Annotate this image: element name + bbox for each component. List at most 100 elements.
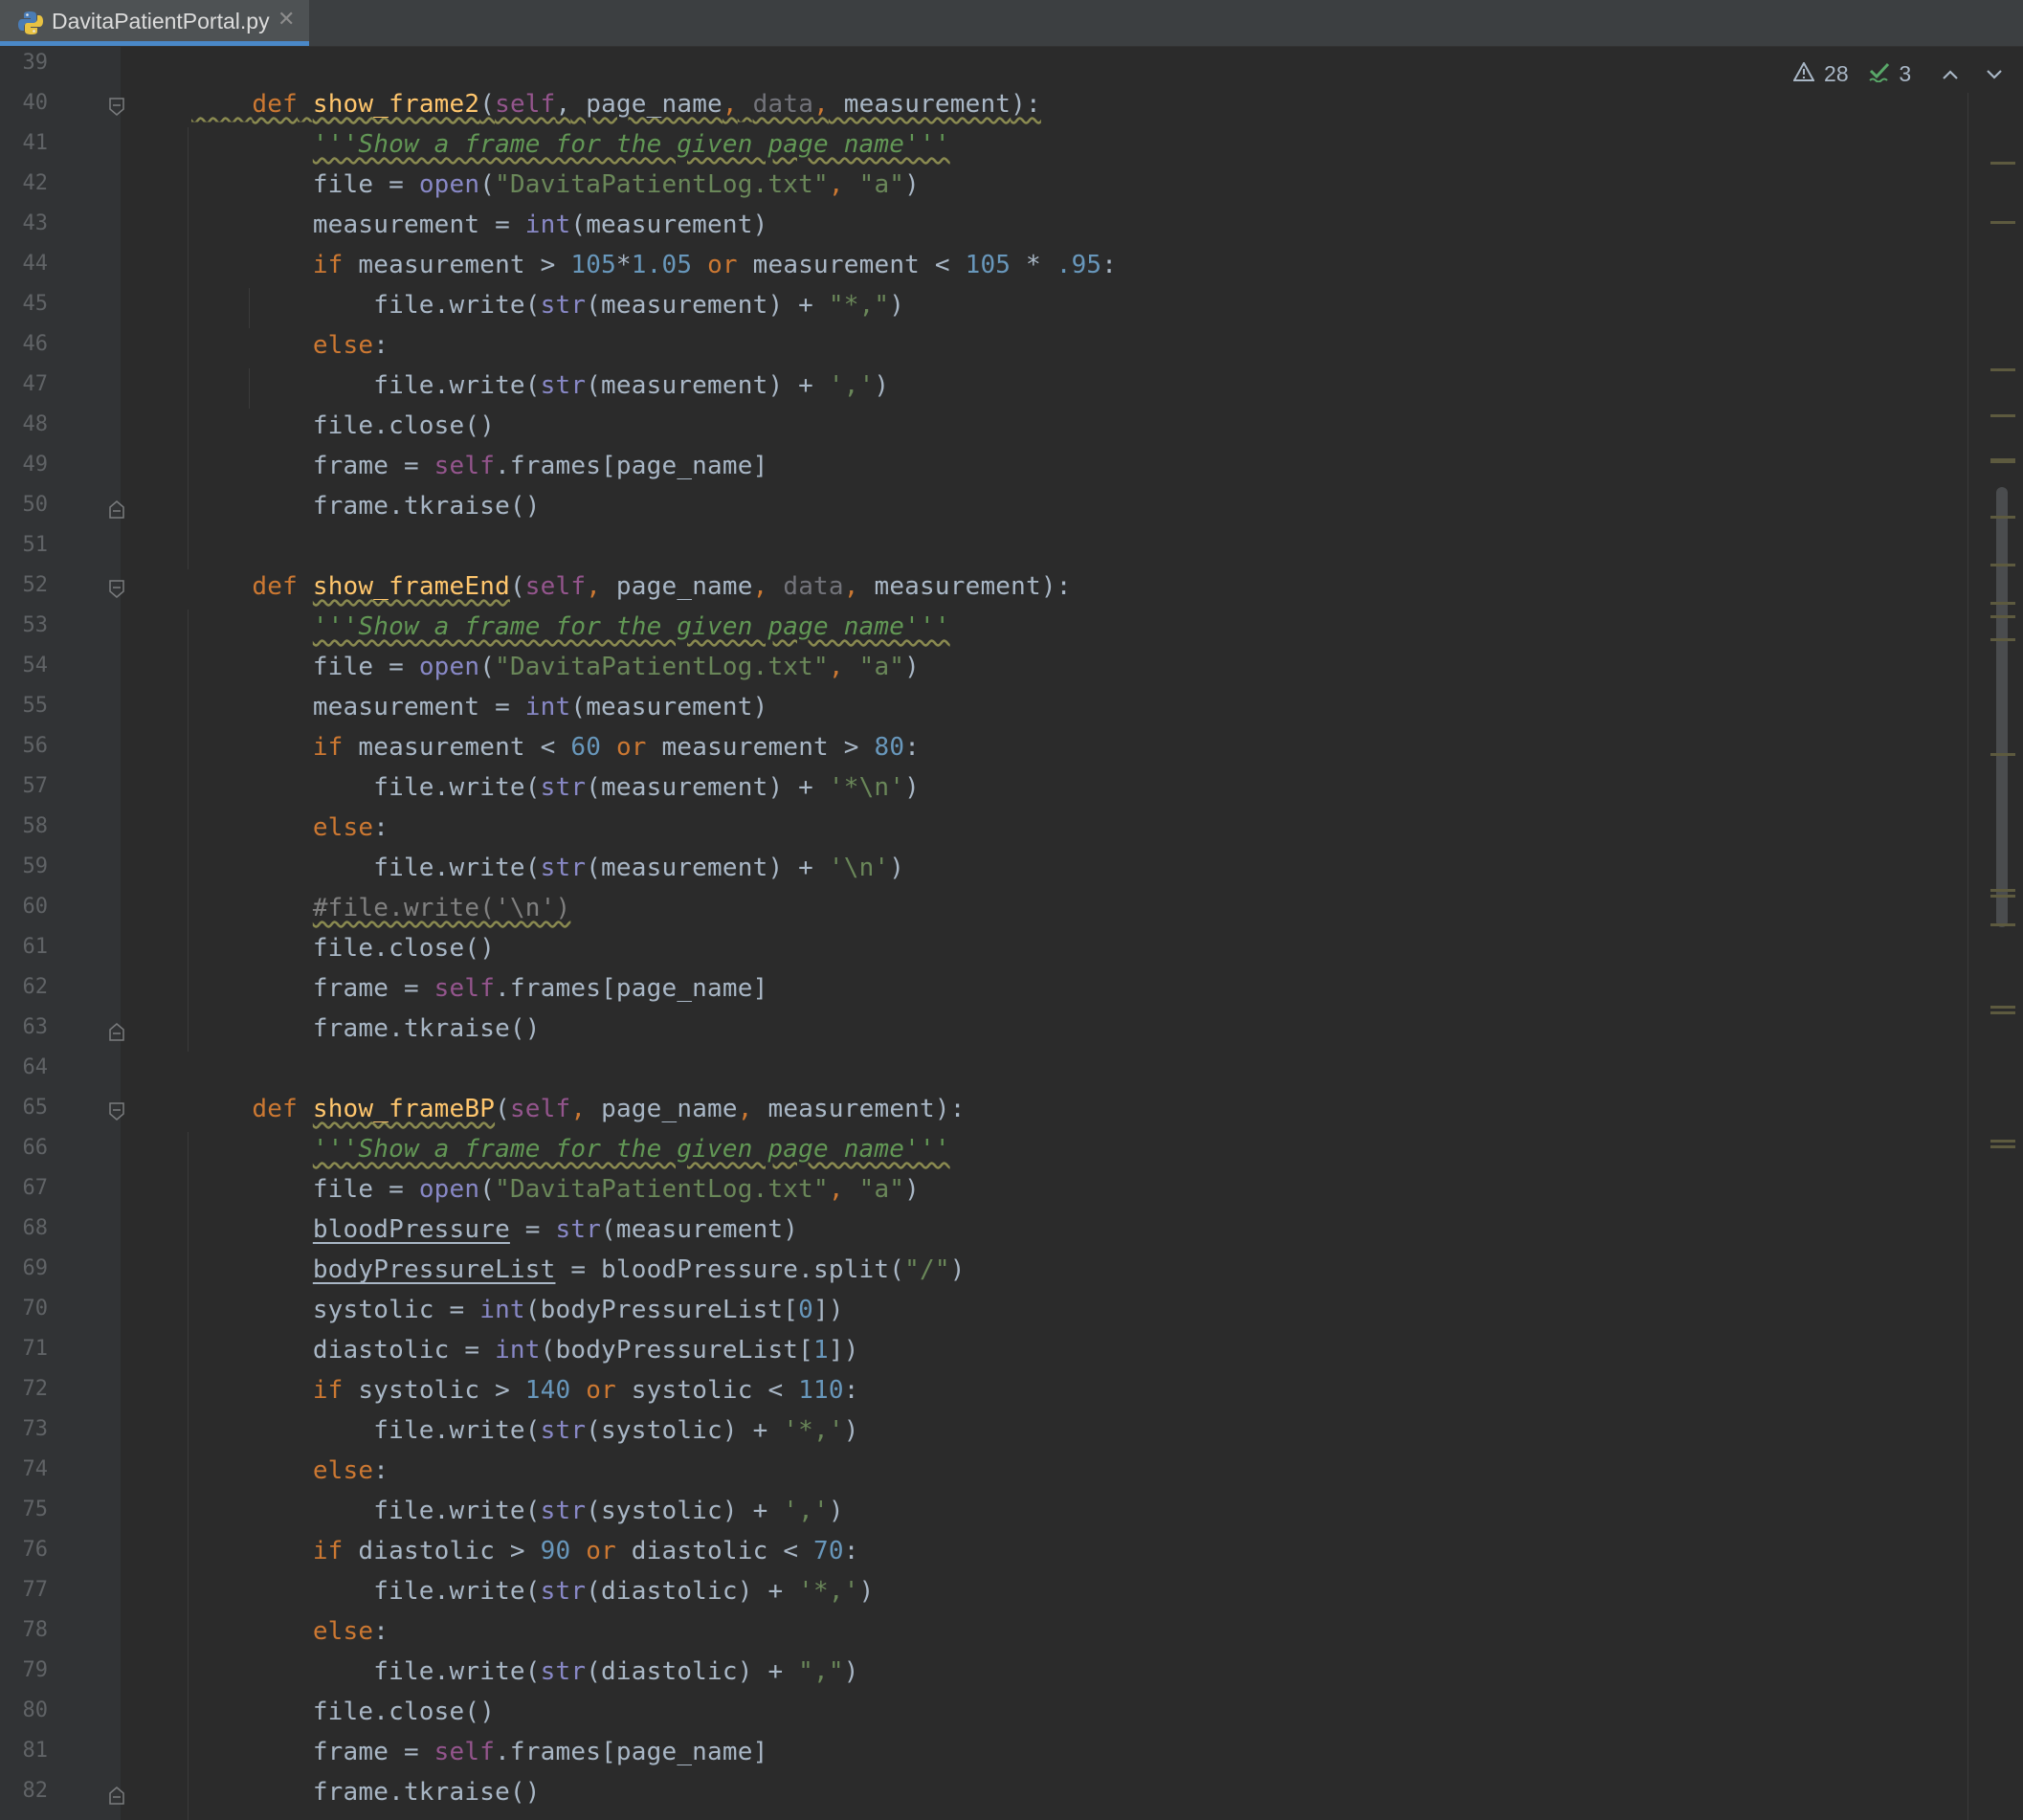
code-line[interactable]: 74 else:: [0, 1454, 2023, 1494]
code-token: ,: [843, 572, 859, 601]
code-line[interactable]: 39: [0, 47, 2023, 87]
code-token: (measurement): [570, 693, 768, 721]
code-token: 70: [813, 1537, 844, 1565]
close-icon[interactable]: ✕: [278, 8, 295, 32]
fold-collapse-icon[interactable]: [109, 1102, 124, 1121]
code-line[interactable]: 56 if measurement < 60 or measurement > …: [0, 730, 2023, 770]
code-line[interactable]: 59 file.write(str(measurement) + '\n'): [0, 851, 2023, 891]
code-line[interactable]: 55 measurement = int(measurement): [0, 690, 2023, 730]
code-line[interactable]: 75 file.write(str(systolic) + ','): [0, 1494, 2023, 1534]
code-token: str: [540, 854, 587, 882]
code-line[interactable]: 58 else:: [0, 810, 2023, 851]
code-line[interactable]: 82 frame.tkraise(): [0, 1775, 2023, 1815]
code-token: str: [540, 371, 587, 400]
fold-collapse-icon[interactable]: [109, 580, 124, 599]
code-line[interactable]: 45 file.write(str(measurement) + "*,"): [0, 288, 2023, 328]
code-token: page_name: [586, 1095, 738, 1123]
code-line[interactable]: 60 #file.write('\n'): [0, 891, 2023, 931]
code-line[interactable]: 62 frame = self.frames[page_name]: [0, 971, 2023, 1011]
code-line[interactable]: 81 frame = self.frames[page_name]: [0, 1735, 2023, 1775]
code-line[interactable]: 63 frame.tkraise(): [0, 1011, 2023, 1052]
fold-end-icon[interactable]: [109, 1022, 124, 1041]
inspection-widget[interactable]: 28 3: [1791, 60, 2004, 93]
code-line[interactable]: 49 frame = self.frames[page_name]: [0, 449, 2023, 489]
code-token: diastolic >: [343, 1537, 541, 1565]
code-token: file.write(: [191, 291, 541, 320]
code-line[interactable]: 57 file.write(str(measurement) + '*\n'): [0, 770, 2023, 810]
code-token: (bodyPressureList[: [524, 1296, 799, 1324]
code-token: :: [1101, 251, 1118, 279]
code-line[interactable]: 67 file = open("DavitaPatientLog.txt", "…: [0, 1172, 2023, 1212]
warning-marker[interactable]: [1990, 516, 2015, 519]
code-line[interactable]: 50 frame.tkraise(): [0, 489, 2023, 529]
fold-end-icon[interactable]: [109, 1786, 124, 1805]
chevron-down-icon[interactable]: [1985, 61, 2004, 87]
warning-marker[interactable]: [1990, 923, 2015, 926]
code-text: measurement = int(measurement): [191, 211, 767, 239]
code-line[interactable]: 71 diastolic = int(bodyPressureList[1]): [0, 1333, 2023, 1373]
code-line[interactable]: 64: [0, 1052, 2023, 1092]
warning-marker[interactable]: [1990, 1145, 2015, 1148]
code-token: show_frameBP: [312, 1095, 496, 1123]
code-line[interactable]: 65 def show_frameBP(self, page_name, mea…: [0, 1092, 2023, 1132]
code-line[interactable]: 40 def show_frame2(self, page_name, data…: [0, 87, 2023, 127]
code-line[interactable]: 41 '''Show a frame for the given page na…: [0, 127, 2023, 167]
code-line[interactable]: 78 else:: [0, 1614, 2023, 1654]
warning-marker[interactable]: [1990, 895, 2015, 898]
code-line[interactable]: 42 file = open("DavitaPatientLog.txt", "…: [0, 167, 2023, 208]
warning-marker[interactable]: [1990, 460, 2015, 463]
code-line[interactable]: 51: [0, 529, 2023, 569]
line-number: 63: [22, 1015, 49, 1039]
warning-marker[interactable]: [1990, 414, 2015, 417]
warning-marker[interactable]: [1990, 1006, 2015, 1009]
code-line[interactable]: 54 file = open("DavitaPatientLog.txt", "…: [0, 650, 2023, 690]
code-line[interactable]: 44 if measurement > 105*1.05 or measurem…: [0, 248, 2023, 288]
code-line[interactable]: 52 def show_frameEnd(self, page_name, da…: [0, 569, 2023, 610]
code-token: if: [312, 1376, 344, 1405]
warning-marker[interactable]: [1990, 753, 2015, 756]
code-token: .frames[page_name]: [495, 452, 768, 480]
code-line[interactable]: 61 file.close(): [0, 931, 2023, 971]
code-editor[interactable]: 39 40 def show_frame2(self, page_name, da…: [0, 47, 2023, 1820]
code-line[interactable]: 66 '''Show a frame for the given page na…: [0, 1132, 2023, 1172]
warning-marker[interactable]: [1990, 602, 2015, 605]
code-token: ',': [828, 371, 875, 400]
typo-check-icon[interactable]: [1868, 61, 1891, 88]
code-token: if: [312, 251, 344, 279]
vertical-scrollbar[interactable]: [1996, 487, 2008, 927]
code-line[interactable]: 80 file.close(): [0, 1695, 2023, 1735]
code-token: ): [843, 1657, 859, 1686]
code-token: else: [312, 1456, 374, 1485]
code-line[interactable]: 48 file.close(): [0, 409, 2023, 449]
warning-marker[interactable]: [1990, 564, 2015, 566]
warning-marker[interactable]: [1990, 889, 2015, 892]
code-line[interactable]: 76 if diastolic > 90 or diastolic < 70:: [0, 1534, 2023, 1574]
warning-marker[interactable]: [1990, 221, 2015, 224]
code-line[interactable]: 77 file.write(str(diastolic) + '*,'): [0, 1574, 2023, 1614]
code-line[interactable]: 43 measurement = int(measurement): [0, 208, 2023, 248]
warning-marker[interactable]: [1990, 1011, 2015, 1014]
code-line[interactable]: 79 file.write(str(diastolic) + ","): [0, 1654, 2023, 1695]
code-line[interactable]: 68 bloodPressure = str(measurement): [0, 1212, 2023, 1253]
warning-marker[interactable]: [1990, 638, 2015, 641]
code-token: file.write(: [191, 1416, 541, 1445]
code-line[interactable]: 73 file.write(str(systolic) + '*,'): [0, 1413, 2023, 1454]
code-token: ",": [798, 1657, 844, 1686]
warning-marker[interactable]: [1990, 615, 2015, 618]
code-line[interactable]: 47 file.write(str(measurement) + ','): [0, 368, 2023, 409]
code-line[interactable]: 72 if systolic > 140 or systolic < 110:: [0, 1373, 2023, 1413]
code-line[interactable]: 70 systolic = int(bodyPressureList[0]): [0, 1293, 2023, 1333]
code-line[interactable]: 69 bodyPressureList = bloodPressure.spli…: [0, 1253, 2023, 1293]
line-number: 80: [22, 1698, 49, 1722]
fold-collapse-icon[interactable]: [109, 98, 124, 117]
warning-marker[interactable]: [1990, 1140, 2015, 1143]
code-line[interactable]: 46 else:: [0, 328, 2023, 368]
warning-marker[interactable]: [1990, 368, 2015, 371]
file-tab[interactable]: DavitaPatientPortal.py ✕: [0, 0, 309, 46]
chevron-up-icon[interactable]: [1941, 61, 1960, 87]
warning-icon[interactable]: [1791, 61, 1815, 87]
fold-end-icon[interactable]: [109, 499, 124, 519]
warning-marker[interactable]: [1990, 162, 2015, 165]
code-line[interactable]: 53 '''Show a frame for the given page na…: [0, 610, 2023, 650]
